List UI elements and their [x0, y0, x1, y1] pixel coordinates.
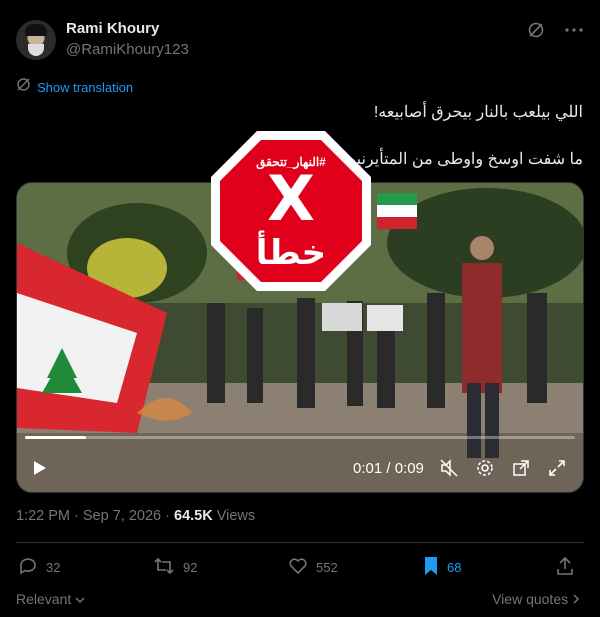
share-icon [556, 556, 574, 579]
view-quotes-link[interactable]: View quotes [492, 591, 580, 607]
video-progress-fill [25, 436, 86, 439]
repost-button[interactable]: 92 [153, 556, 197, 579]
view-count: 64.5K [174, 508, 213, 524]
meta-sep-1: · [70, 508, 83, 524]
stamp-false-word: خطأ [255, 233, 327, 273]
action-bar: 32 92 552 68 [16, 556, 584, 580]
fact-check-false-stamp: #النهار_تتحقق X خطأ [208, 128, 374, 294]
chevron-right-icon [572, 591, 580, 607]
video-progress-bar[interactable] [25, 436, 575, 439]
relevant-sort-dropdown[interactable]: Relevant [16, 591, 85, 607]
divider [16, 542, 584, 543]
show-translation-label[interactable]: Show translation [37, 80, 133, 95]
mute-icon[interactable] [439, 458, 459, 478]
bookmark-icon [423, 556, 439, 579]
translate-icon [16, 77, 31, 97]
stamp-x-mark: X [267, 162, 315, 235]
tweet-meta: 1:22 PM · Sep 7, 2026 · 64.5K Views [16, 508, 255, 524]
grok-icon[interactable] [526, 20, 546, 40]
repost-count: 92 [183, 560, 198, 575]
play-icon[interactable] [33, 460, 47, 481]
repost-icon [153, 556, 175, 579]
tweet-line-1: اللي بيلعب بالنار بيحرق أصابيعه! [373, 104, 583, 121]
chevron-down-icon [75, 591, 85, 607]
fullscreen-icon[interactable] [547, 458, 567, 478]
show-translation[interactable]: Show translation [16, 77, 133, 97]
view-quotes-label: View quotes [492, 591, 569, 607]
reply-icon [18, 556, 38, 579]
author-name[interactable]: Rami Khoury [66, 20, 159, 37]
post-time[interactable]: 1:22 PM [16, 508, 70, 524]
share-button[interactable] [556, 556, 574, 579]
reply-count: 32 [46, 560, 61, 575]
post-date[interactable]: Sep 7, 2026 [83, 508, 161, 524]
views-label: Views [212, 508, 256, 524]
author-handle[interactable]: @RamiKhoury123 [66, 41, 189, 58]
meta-sep-2: · [161, 508, 174, 524]
author-avatar[interactable] [16, 20, 56, 60]
video-controls: 0:01 / 0:09 [17, 454, 583, 482]
bookmark-count: 68 [447, 560, 462, 575]
like-count: 552 [316, 560, 338, 575]
video-time: 0:01 / 0:09 [353, 460, 424, 477]
like-button[interactable]: 552 [288, 556, 338, 579]
bookmark-button[interactable]: 68 [423, 556, 461, 579]
more-options-icon[interactable] [564, 20, 584, 40]
relevant-label: Relevant [16, 591, 72, 607]
heart-icon [288, 556, 308, 579]
pop-out-icon[interactable] [511, 458, 531, 478]
settings-gear-icon[interactable] [475, 458, 495, 478]
reply-button[interactable]: 32 [18, 556, 60, 579]
